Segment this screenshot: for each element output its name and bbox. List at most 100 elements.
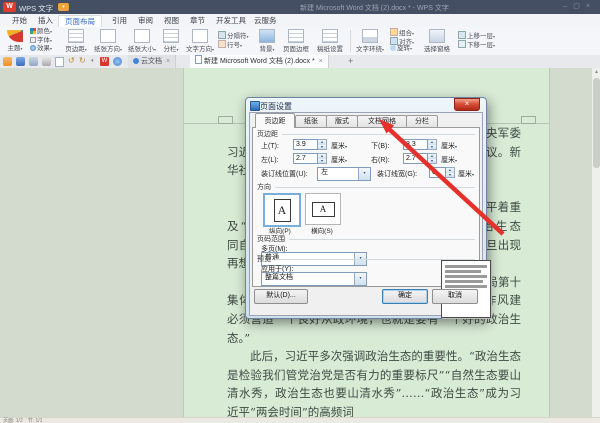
pages-group-label: 页码范围 [257,234,475,244]
selection-pane-button[interactable]: 选择窗格 [420,28,454,54]
export-icon[interactable] [29,57,38,66]
tab-review[interactable]: 审阅 [132,15,159,27]
theme-colors-button[interactable]: 颜色▾ [30,28,62,37]
portrait-option[interactable]: A [263,193,301,227]
line-numbers-button[interactable]: 行号▾ [218,40,254,49]
cancel-button[interactable]: 取消 [432,289,478,304]
print-preview-icon[interactable] [55,57,64,67]
top-margin-spinner[interactable]: 3.9 ▲▼ [293,139,327,150]
dialog-title: 页面设置 [260,101,292,112]
breaks-stack: 分隔符▾ 行号▾ [218,31,254,48]
breaks-button[interactable]: 分隔符▾ [218,31,254,40]
app-name: WPS 文字 [19,3,53,14]
tab-home[interactable]: 开始 [6,15,33,27]
wps-window: W WPS 文字 ▾ 新建 Microsoft Word 文档 (2).docx… [0,0,600,423]
text-line: 此后，习近平多次强调政治生态的重要性。“政治生态 [227,347,521,366]
qat-dropdown-icon[interactable]: ▾ [91,58,94,64]
margins-button[interactable]: 页边距▾ [62,28,90,54]
left-unit-dropdown[interactable]: 厘米▾ [331,155,347,165]
tab-section[interactable]: 章节 [184,15,211,27]
text-line: 是检验我们管党治党是否有力的重要标尺”“自然生态要山 [227,366,521,385]
background-button[interactable]: 背景▾ [256,28,278,54]
bottom-margin-spinner[interactable]: 3.3 ▲▼ [403,139,437,150]
orientation-button[interactable]: 纸张方向▾ [92,28,124,54]
gutter-width-spinner[interactable]: 0 ▲▼ [429,167,455,178]
print-icon[interactable] [42,57,51,66]
save-icon[interactable] [16,57,25,66]
theme-effects-button[interactable]: 效果▾ [30,45,62,54]
dialog-tab-margins[interactable]: 页边距 [255,113,295,128]
group-icon [390,28,398,36]
gutter-position-label: 装订线位置(U): [261,169,308,179]
dropdown-arrow-icon[interactable]: ▾ [354,273,366,285]
cloud-doc-icon [133,58,139,64]
top-unit-dropdown[interactable]: 厘米▾ [331,141,347,151]
page-border-button[interactable]: 页面边框 [280,28,312,54]
align-icon [390,37,398,45]
margin-mark-right [521,116,536,124]
premium-badge-icon[interactable]: ▾ [58,3,69,11]
margins-tab-panel: 页边距 上(T): 3.9 ▲▼ 厘米▾ 下(B): 3.3 ▲▼ 厘米▾ 左(… [252,127,480,287]
left-margin-spinner[interactable]: 2.7 ▲▼ [293,153,327,164]
close-tab-icon[interactable]: × [166,58,170,65]
send-backward-button[interactable]: 下移一层▾ [458,40,500,49]
tab-developer[interactable]: 开发工具 [210,15,252,27]
order-stack: 上移一层▾ 下移一层▾ [458,31,500,48]
right-unit-dropdown[interactable]: 厘米▾ [441,155,457,165]
theme-fonts-button[interactable]: 字体▾ [30,37,62,46]
cloud-icon[interactable] [113,57,122,66]
tab-view[interactable]: 视图 [158,15,185,27]
scroll-up-icon[interactable]: ▲ [592,68,600,77]
page-setup-dialog: 页面设置 × 页边距 纸张 版式 文档网格 分栏 页边距 上(T): 3.9 ▲… [245,97,487,319]
scrollbar-thumb[interactable] [593,78,600,168]
right-margin-label: 右(R): [371,155,390,165]
wps-logo-icon[interactable]: W [3,2,16,12]
ok-button[interactable]: 确定 [382,289,428,304]
dropdown-arrow-icon[interactable]: ▾ [358,168,370,180]
right-margin-spinner[interactable]: 2.7 ▲▼ [403,153,437,164]
text-line: 态。” [227,329,521,348]
gutter-position-dropdown[interactable]: 左▾ [317,167,371,181]
spin-down-icon[interactable]: ▼ [318,159,326,164]
selection-pane-icon [429,29,445,43]
docer-icon[interactable]: W [100,57,109,66]
effects-icon [30,45,36,51]
tab-cloud[interactable]: 云服务 [248,15,283,27]
bottom-unit-dropdown[interactable]: 厘米▾ [441,141,457,151]
theme-button[interactable]: 主题▾ [2,28,28,54]
align-button[interactable]: 对齐▾ [390,37,418,46]
tab-references[interactable]: 引用 [106,15,133,27]
menu-icon[interactable] [3,57,12,66]
close-tab-icon[interactable]: × [319,58,323,65]
new-tab-button[interactable]: + [348,56,353,66]
grid-setup-button[interactable]: 稿纸设置 [314,28,346,54]
group-button[interactable]: 组合▾ [390,28,418,37]
window-controls[interactable]: –▢× [563,2,596,10]
apply-to-dropdown[interactable]: 整篇文档▾ [261,272,367,286]
doc-tab-current[interactable]: 新建 Microsoft Word 文档 (2).docx *× [190,55,329,68]
gutter-unit-dropdown[interactable]: 厘米▾ [458,169,474,179]
doc-tab-cloud[interactable]: 云文档× [128,55,176,68]
vertical-scrollbar[interactable]: ▲ [591,68,600,417]
spin-down-icon[interactable]: ▼ [428,159,436,164]
text-direction-button[interactable]: 文字方向▾ [184,28,216,54]
rotate-icon [390,45,396,51]
columns-icon [163,29,179,43]
rotate-button[interactable]: 旋转▾ [390,45,418,54]
spin-down-icon[interactable]: ▼ [428,145,436,150]
undo-icon[interactable]: ↺ [68,56,75,65]
paper-size-button[interactable]: 纸张大小▾ [126,28,158,54]
landscape-option[interactable]: A [305,193,341,225]
text-wrap-button[interactable]: 文字环绕▾ [354,28,386,54]
default-button[interactable]: 默认(D)... [254,289,308,304]
columns-button[interactable]: 分栏▾ [160,28,182,54]
redo-icon[interactable]: ↻ [79,56,86,65]
margin-mark-left [218,116,233,124]
spin-down-icon[interactable]: ▼ [446,173,454,178]
bring-forward-button[interactable]: 上移一层▾ [458,31,500,40]
spin-down-icon[interactable]: ▼ [318,145,326,150]
bring-forward-icon [458,31,466,39]
dialog-icon [250,101,260,111]
dialog-close-button[interactable]: × [454,98,480,111]
tab-insert[interactable]: 插入 [32,15,59,27]
